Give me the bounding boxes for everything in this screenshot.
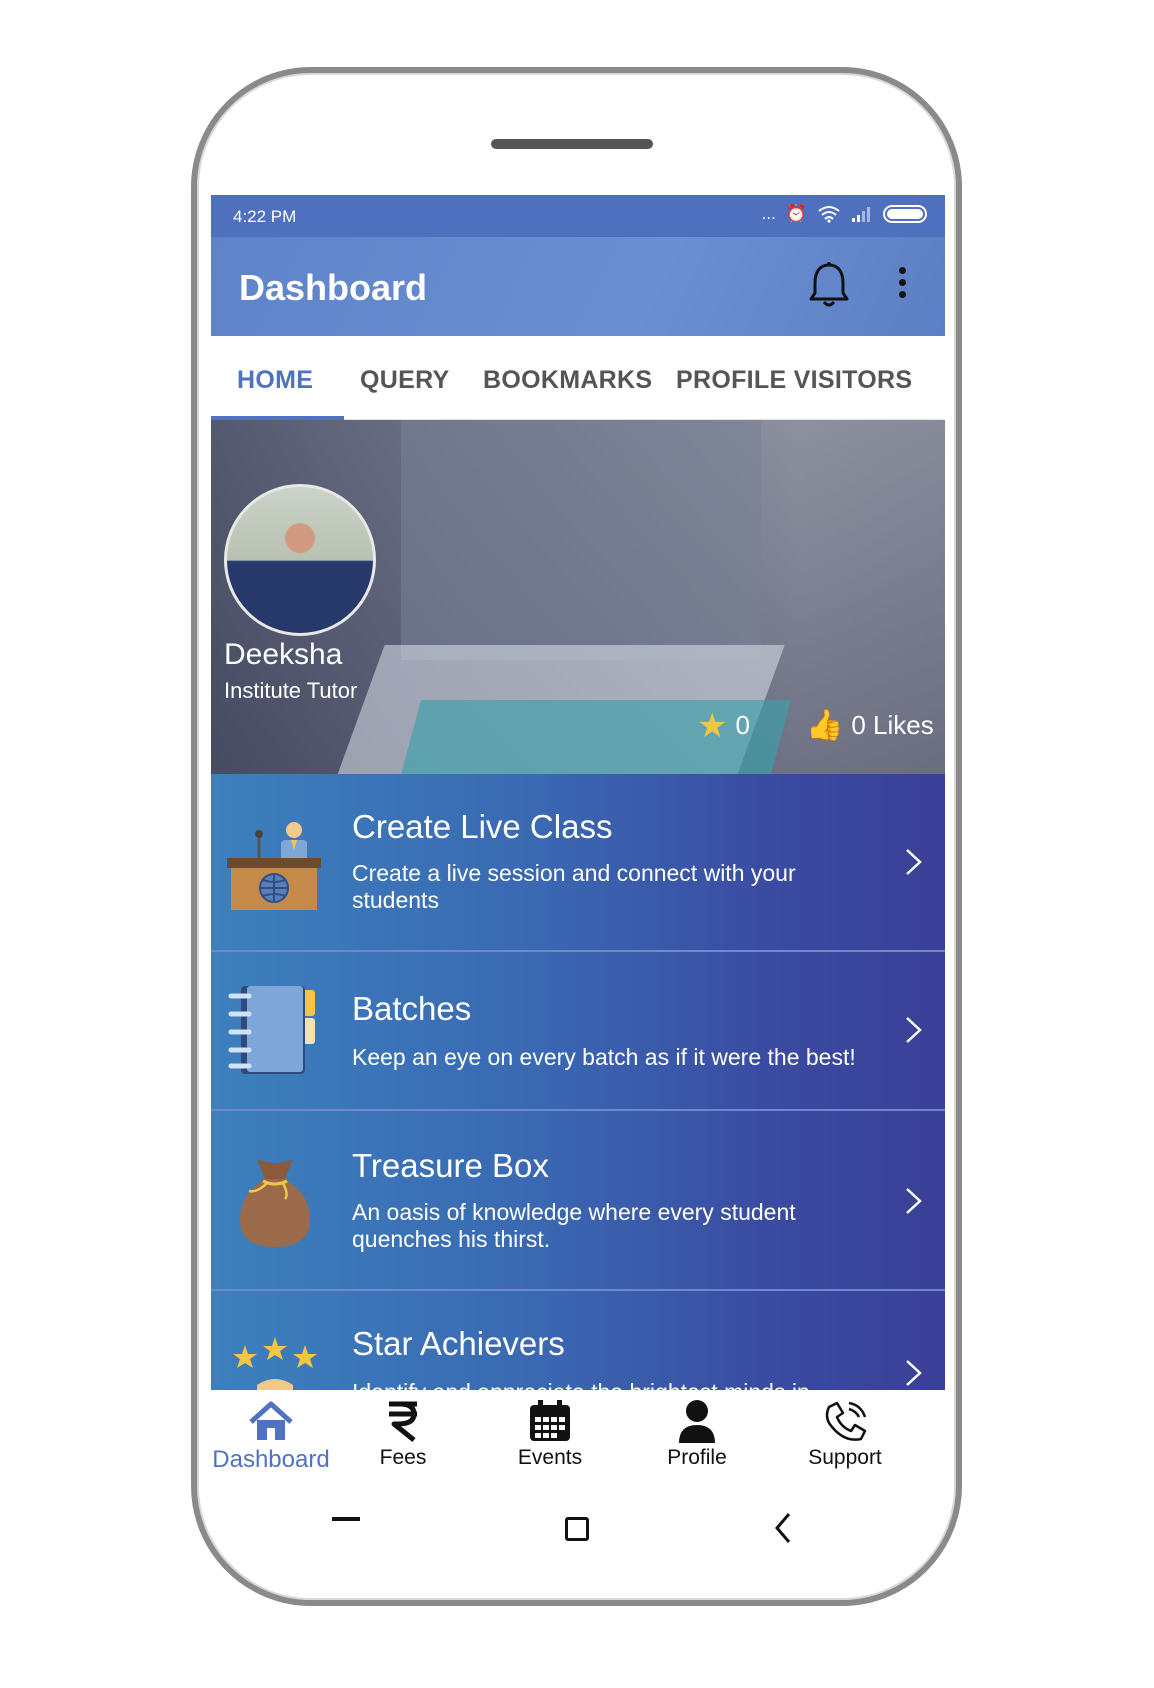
banner-background-wall	[401, 420, 761, 660]
phone-icon	[825, 1401, 867, 1441]
alarm-icon: ⏰	[785, 204, 807, 223]
list-item-batches[interactable]: Batches Keep an eye on every batch as if…	[211, 952, 945, 1111]
tab-home[interactable]: HOME	[237, 366, 313, 395]
bottom-nav: Dashboard Fees Events Profile Support	[211, 1390, 945, 1471]
nav-support[interactable]: Support	[785, 1398, 905, 1470]
nav-label: Support	[808, 1446, 882, 1469]
item-title: Star Achievers	[352, 1325, 565, 1362]
bell-icon[interactable]	[807, 261, 851, 309]
nav-label: Events	[517, 1446, 583, 1469]
nav-events[interactable]: Events	[490, 1398, 610, 1470]
podium-icon	[227, 822, 321, 910]
calendar-icon	[530, 1400, 570, 1441]
list-item-create-live-class[interactable]: Create Live Class Create a live session …	[211, 774, 945, 952]
profile-banner: Deeksha Institute Tutor ★ 0 👍 0 Likes	[211, 420, 945, 774]
likes-stat: 👍 0 Likes	[806, 710, 934, 741]
back-button[interactable]	[774, 1512, 792, 1544]
chevron-right-icon	[906, 1360, 922, 1386]
item-description: Create a live session and connect with y…	[352, 860, 796, 913]
app-bar: Dashboard	[211, 237, 945, 336]
dots-icon: ...	[761, 204, 776, 223]
page-title: Dashboard	[239, 267, 428, 308]
list-item-star-achievers[interactable]: Star Achievers Identify and appreciate t…	[211, 1291, 945, 1405]
status-bar: 4:22 PM ... ⏰	[211, 195, 945, 237]
tab-profile-visitors[interactable]: PROFILE VISITORS	[676, 366, 912, 395]
chevron-right-icon	[906, 1017, 922, 1043]
profile-name: Deeksha	[224, 638, 343, 671]
item-title: Treasure Box	[352, 1147, 549, 1184]
nav-profile[interactable]: Profile	[637, 1398, 757, 1470]
nav-label: Dashboard	[212, 1446, 330, 1471]
tab-query[interactable]: QUERY	[360, 366, 449, 395]
home-button[interactable]	[565, 1517, 589, 1541]
rupee-icon	[389, 1401, 417, 1442]
status-time: 4:22 PM	[233, 207, 297, 226]
home-icon	[249, 1401, 293, 1440]
notebook-icon	[228, 986, 315, 1074]
item-title: Batches	[352, 990, 472, 1027]
nav-fees[interactable]: Fees	[343, 1398, 463, 1470]
signal-icon	[852, 207, 870, 222]
item-description: An oasis of knowledge where every studen…	[352, 1199, 796, 1252]
list-item-treasure-box[interactable]: Treasure Box An oasis of knowledge where…	[211, 1111, 945, 1291]
recent-apps-button[interactable]	[332, 1517, 360, 1521]
more-vertical-icon[interactable]	[896, 267, 908, 303]
chevron-right-icon	[906, 1188, 922, 1214]
feature-list: Create Live Class Create a live session …	[211, 774, 945, 1405]
person-icon	[679, 1400, 715, 1443]
battery-icon	[883, 205, 927, 223]
status-icons: ... ⏰	[762, 204, 927, 224]
rating-count: 0	[735, 710, 750, 740]
star-icon: ★	[697, 706, 728, 745]
chevron-right-icon	[906, 849, 922, 875]
money-bag-icon	[240, 1159, 310, 1247]
avatar[interactable]	[224, 484, 376, 636]
item-description: Keep an eye on every batch as if it were…	[352, 1044, 856, 1070]
wifi-icon	[818, 206, 840, 223]
thumbs-up-icon: 👍	[806, 708, 844, 742]
nav-dashboard[interactable]: Dashboard	[211, 1398, 331, 1471]
screen: 4:22 PM ... ⏰ Dashboard HOME QUERY BOOKM…	[211, 195, 945, 1471]
tab-bookmarks[interactable]: BOOKMARKS	[483, 366, 652, 395]
rating-stat: ★ 0	[697, 706, 750, 745]
profile-role: Institute Tutor	[224, 678, 358, 703]
likes-count: 0 Likes	[851, 710, 934, 740]
nav-label: Fees	[379, 1446, 427, 1469]
phone-speaker	[491, 139, 653, 149]
tab-bar: HOME QUERY BOOKMARKS PROFILE VISITORS	[211, 336, 945, 420]
item-title: Create Live Class	[352, 808, 613, 845]
nav-label: Profile	[667, 1446, 727, 1469]
